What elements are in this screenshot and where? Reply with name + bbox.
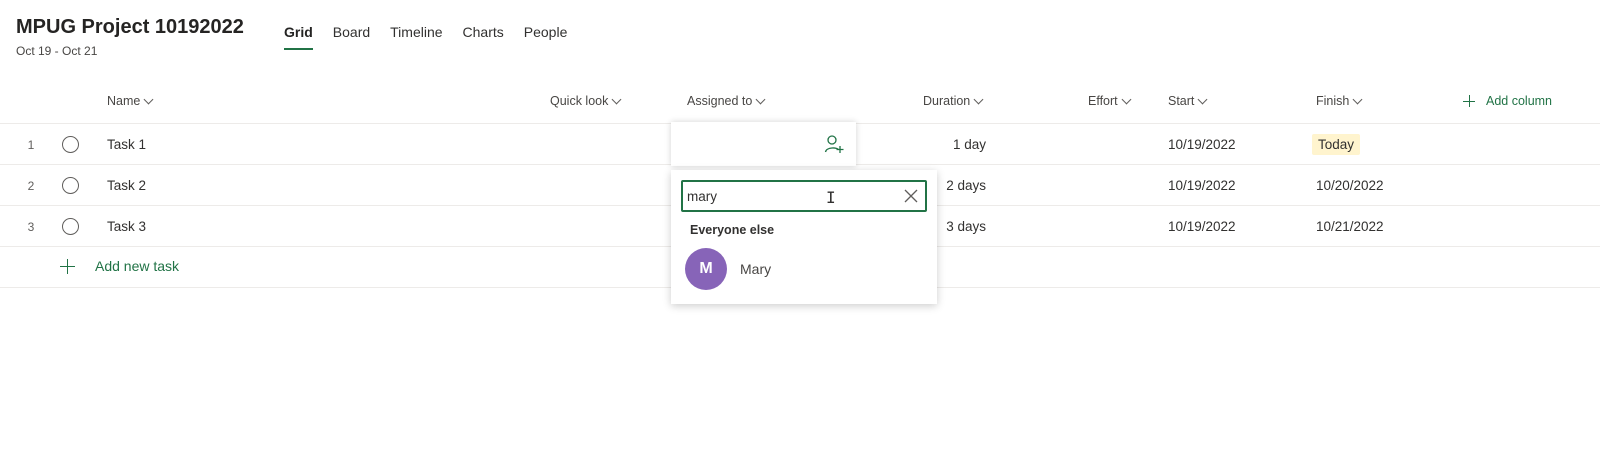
column-header-start[interactable]: Start [1168,94,1208,108]
chevron-down-icon [755,94,766,104]
chevron-down-icon [1352,94,1363,104]
task-start[interactable]: 10/19/2022 [1168,165,1236,206]
task-start[interactable]: 10/19/2022 [1168,124,1236,165]
add-person-icon[interactable] [824,134,844,154]
project-title: MPUG Project 10192022 [16,16,244,38]
tab-grid[interactable]: Grid [284,24,313,50]
row-number: 3 [27,219,35,234]
people-picker-dropdown: I Everyone else M Mary [671,170,937,304]
circle-icon [62,218,79,235]
tab-charts[interactable]: Charts [463,24,504,50]
task-start[interactable]: 10/19/2022 [1168,206,1236,247]
chevron-down-icon [973,94,984,104]
task-finish[interactable]: Today [1312,124,1361,165]
chevron-down-icon [143,94,154,104]
column-header-assigned-to[interactable]: Assigned to [687,94,766,108]
project-date-range: Oct 19 - Oct 21 [16,44,98,58]
task-name[interactable]: Task 2 [107,165,146,206]
add-new-task-button[interactable]: Add new task [60,258,179,274]
people-search-input[interactable] [683,188,883,204]
view-tabs: Grid Board Timeline Charts People [284,24,587,50]
close-icon[interactable] [903,188,919,204]
chevron-down-icon [1121,94,1132,104]
row-number: 2 [27,178,35,193]
column-header-finish[interactable]: Finish [1316,94,1363,108]
column-header-effort[interactable]: Effort [1088,94,1132,108]
task-complete-checkbox[interactable] [62,124,79,165]
today-badge: Today [1312,134,1361,155]
task-finish[interactable]: 10/21/2022 [1316,206,1384,247]
chevron-down-icon [1197,94,1208,104]
task-complete-checkbox[interactable] [62,206,79,247]
person-name: Mary [740,261,772,277]
task-name[interactable]: Task 3 [107,206,146,247]
assigned-to-cell-editor[interactable] [671,122,856,166]
text-cursor-icon: I [826,188,836,207]
circle-icon [62,136,79,153]
plus-icon [1463,95,1475,107]
plus-icon [60,258,75,274]
section-label: Everyone else [690,223,775,237]
column-header-duration[interactable]: Duration [923,94,984,108]
row-number: 1 [27,137,35,152]
tab-timeline[interactable]: Timeline [390,24,442,50]
circle-icon [62,177,79,194]
task-finish[interactable]: 10/20/2022 [1316,165,1384,206]
task-name[interactable]: Task 1 [107,124,146,165]
add-column-button[interactable]: Add column [1463,94,1552,108]
task-duration[interactable]: 1 day [870,124,986,165]
tab-people[interactable]: People [524,24,568,50]
person-option-mary[interactable]: M Mary [685,248,771,290]
avatar: M [685,248,727,290]
planner-grid-view: MPUG Project 10192022 Oct 19 - Oct 21 Gr… [0,0,1600,453]
tab-board[interactable]: Board [333,24,370,50]
chevron-down-icon [611,94,622,104]
column-header-quick-look[interactable]: Quick look [550,94,622,108]
task-complete-checkbox[interactable] [62,165,79,206]
people-search-box[interactable]: I [681,180,927,212]
column-header-name[interactable]: Name [107,94,154,108]
